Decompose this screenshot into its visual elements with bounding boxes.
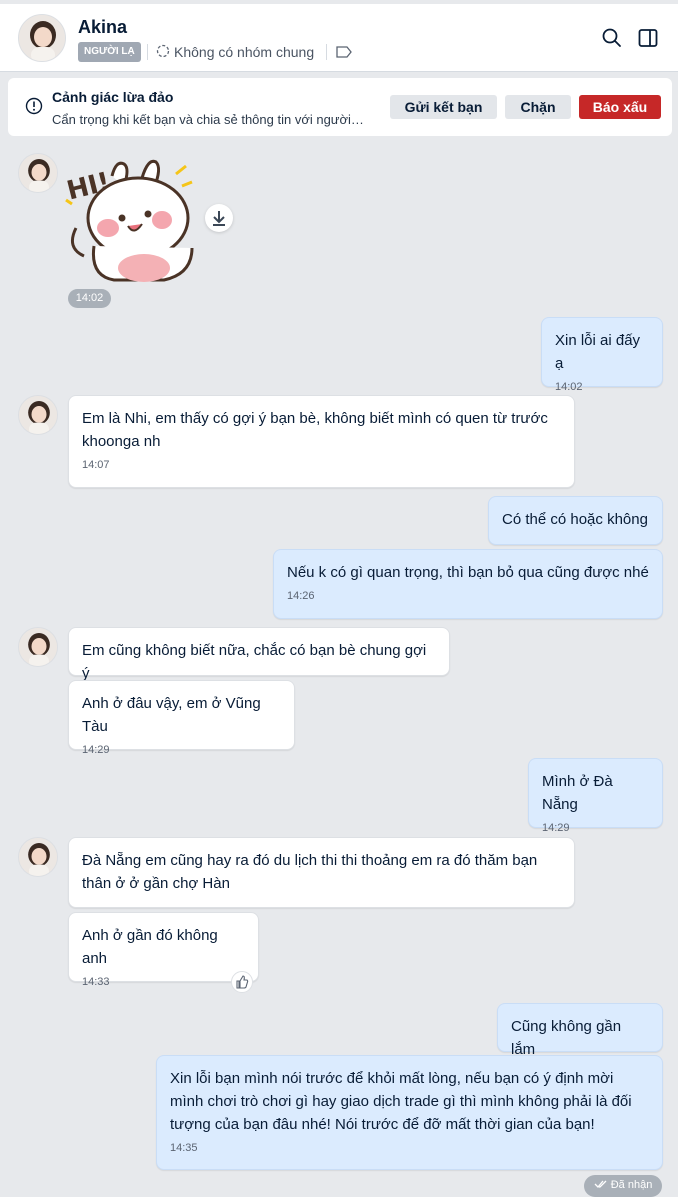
hi-bunny-sticker[interactable]: HI! [64,156,204,284]
side-panel-icon[interactable] [636,26,660,50]
message-time: 14:35 [170,1142,198,1154]
message-text: Nếu k có gì quan trọng, thì bạn bỏ qua c… [287,564,649,581]
groups-icon [156,44,170,58]
double-check-icon [594,1180,607,1188]
delivery-status: Đã nhận [584,1175,662,1197]
avatar[interactable] [18,837,58,877]
report-button[interactable]: Báo xấu [579,95,661,119]
add-friend-button[interactable]: Gửi kết bạn [390,95,497,119]
message-text: Anh ở đâu vậy, em ở Vũng Tàu [82,695,261,735]
alert-subtitle: Cẩn trọng khi kết bạn và chia sẻ thông t… [52,112,364,127]
message-bubble[interactable]: Em cũng không biết nữa, chắc có bạn bè c… [68,627,450,682]
message-time: 14:07 [82,459,110,471]
thumbs-up-icon [236,975,249,989]
tag-icon[interactable] [336,46,352,58]
avatar[interactable] [18,395,58,435]
divider [326,44,327,60]
message-text: Cũng không gần lắm [511,1018,622,1058]
common-groups-label[interactable]: Không có nhóm chung [174,44,314,60]
message-bubble[interactable]: Anh ở đâu vậy, em ở Vũng Tàu 14:29 [68,680,295,756]
search-icon[interactable] [600,26,624,50]
alert-title: Cảnh giác lừa đảo [52,89,174,105]
avatar[interactable] [18,153,58,193]
message-text: Mình ở Đà Nẵng [542,773,613,813]
message-text: Em là Nhi, em thấy có gợi ý bạn bè, khôn… [82,410,548,450]
message-time: 14:29 [542,822,570,834]
sticker-time: 14:02 [68,289,111,308]
message-time: 14:26 [287,590,315,602]
avatar[interactable] [18,627,58,667]
message-bubble[interactable]: Anh ở gần đó không anh 14:33 [68,912,259,988]
block-button[interactable]: Chặn [505,95,571,119]
message-text: Xin lỗi ai đấy ạ [555,332,641,372]
message-text: Anh ở gần đó không anh [82,927,218,967]
message-bubble[interactable]: Xin lỗi ai đấy ạ 14:02 [541,317,663,393]
delivery-status-label: Đã nhận [610,1179,653,1191]
message-time: 14:02 [555,381,583,393]
message-bubble[interactable]: Nếu k có gì quan trọng, thì bạn bỏ qua c… [273,549,663,619]
message-text: Có thể có hoặc không [502,511,648,528]
like-reaction-button[interactable] [231,971,253,993]
message-bubble[interactable]: Cũng không gần lắm [497,1003,663,1058]
message-time: 14:33 [82,976,110,988]
message-text: Xin lỗi bạn mình nói trước để khỏi mất l… [170,1070,632,1133]
scam-alert-banner: Cảnh giác lừa đảo Cẩn trọng khi kết bạn … [8,78,672,136]
contact-name[interactable]: Akina [78,17,127,38]
message-bubble[interactable]: Em là Nhi, em thấy có gợi ý bạn bè, khôn… [68,395,575,488]
message-text: Đà Nẵng em cũng hay ra đó du lịch thi th… [82,852,538,892]
message-time: 14:29 [82,744,110,756]
download-icon [213,211,225,226]
stranger-badge: NGƯỜI LẠ [78,42,141,62]
avatar[interactable] [18,14,66,62]
message-text: Em cũng không biết nữa, chắc có bạn bè c… [82,642,427,682]
chat-header: Akina NGƯỜI LẠ Không có nhóm chung [0,4,678,72]
info-icon [25,97,43,115]
message-bubble[interactable]: Xin lỗi bạn mình nói trước để khỏi mất l… [156,1055,663,1170]
message-bubble[interactable]: Có thể có hoặc không [488,496,663,545]
message-bubble[interactable]: Đà Nẵng em cũng hay ra đó du lịch thi th… [68,837,575,908]
message-bubble[interactable]: Mình ở Đà Nẵng 14:29 [528,758,663,834]
download-button[interactable] [205,204,233,232]
divider [147,44,148,60]
